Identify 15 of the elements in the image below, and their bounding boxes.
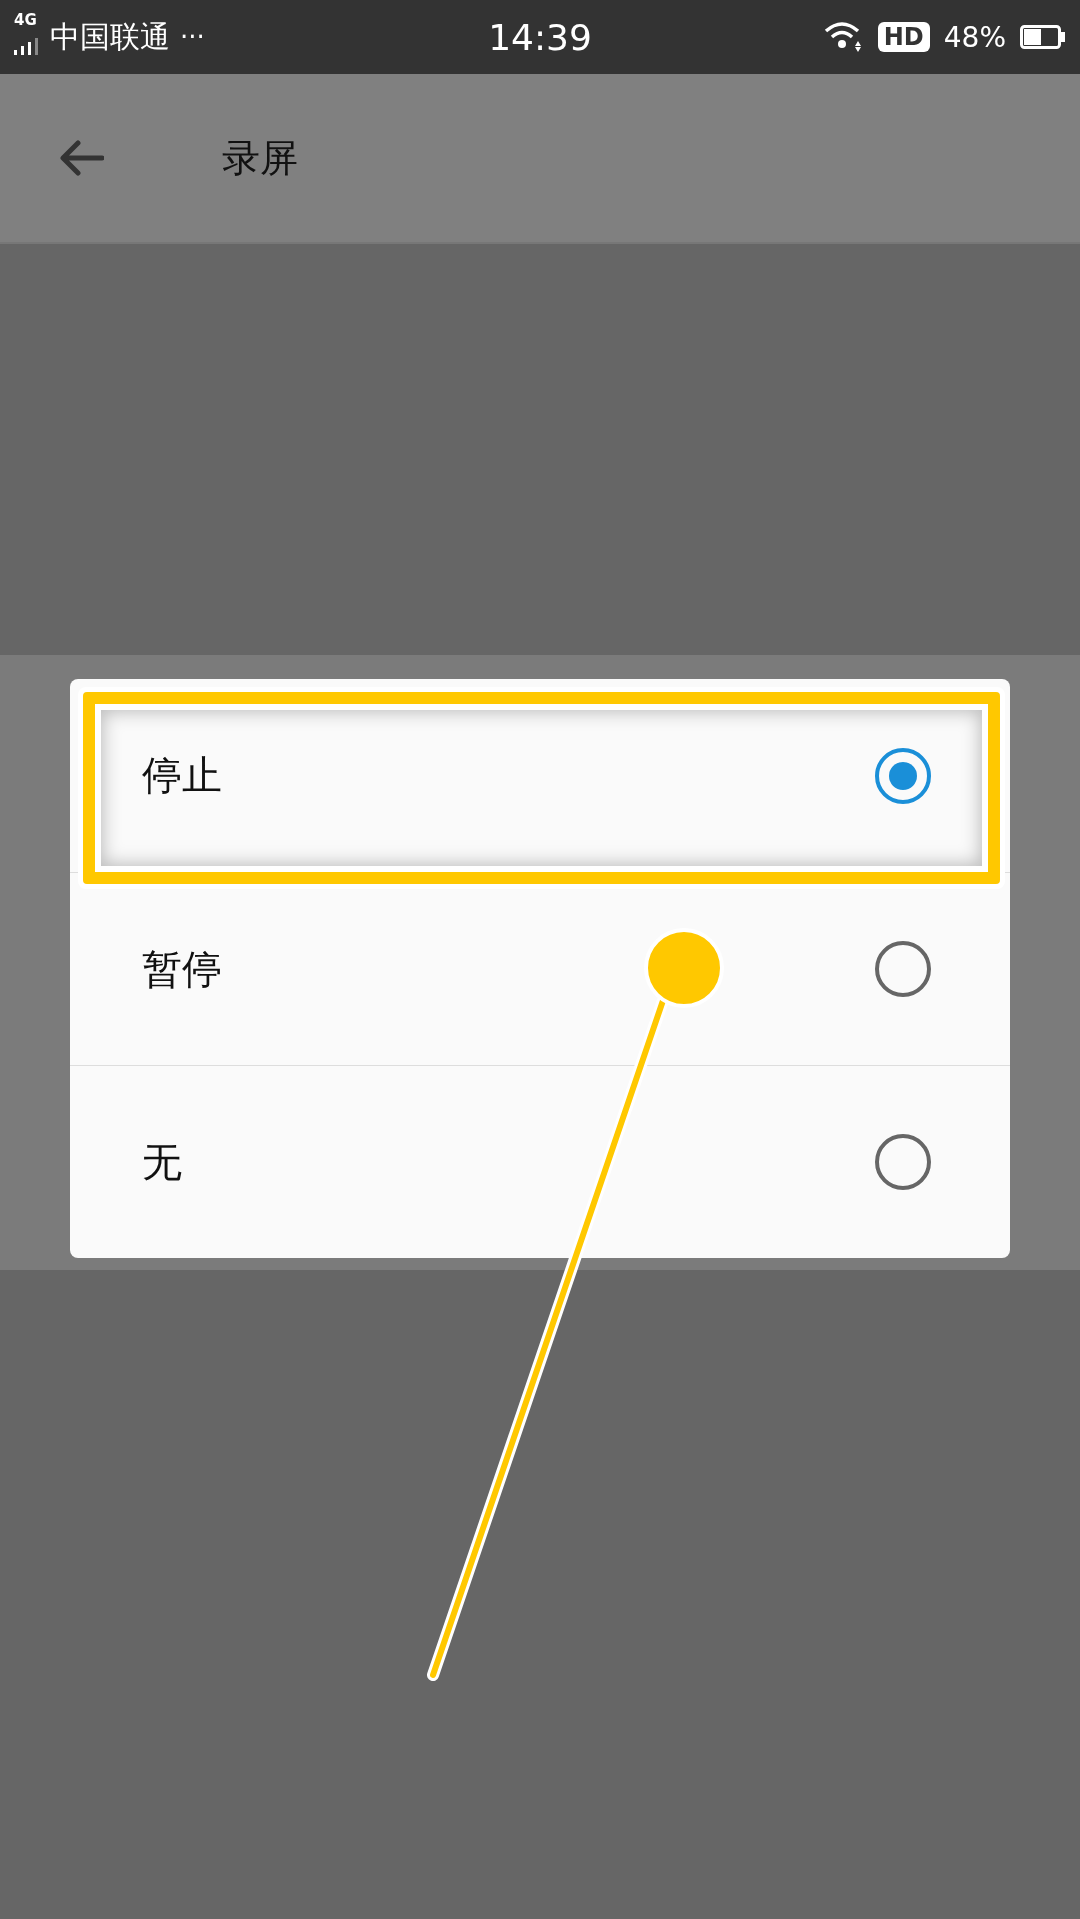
radio-unchecked-icon xyxy=(872,938,934,1000)
option-item[interactable]: 停止 xyxy=(70,679,1010,872)
signal-icon xyxy=(14,37,40,55)
option-item[interactable]: 无 xyxy=(70,1065,1010,1258)
carrier-name: 中国联通 xyxy=(50,17,170,56)
back-button[interactable] xyxy=(60,140,104,176)
screen-title: 录屏 xyxy=(222,134,298,182)
battery-icon xyxy=(1020,25,1066,49)
battery-percent: 48% xyxy=(943,20,1006,54)
clock: 14:39 xyxy=(488,16,592,58)
network-type: 4G xyxy=(14,11,37,29)
hd-badge: HD xyxy=(877,22,930,52)
more-indicator: ··· xyxy=(180,22,205,52)
wifi-icon xyxy=(823,21,864,53)
radio-unchecked-icon xyxy=(872,1131,934,1193)
